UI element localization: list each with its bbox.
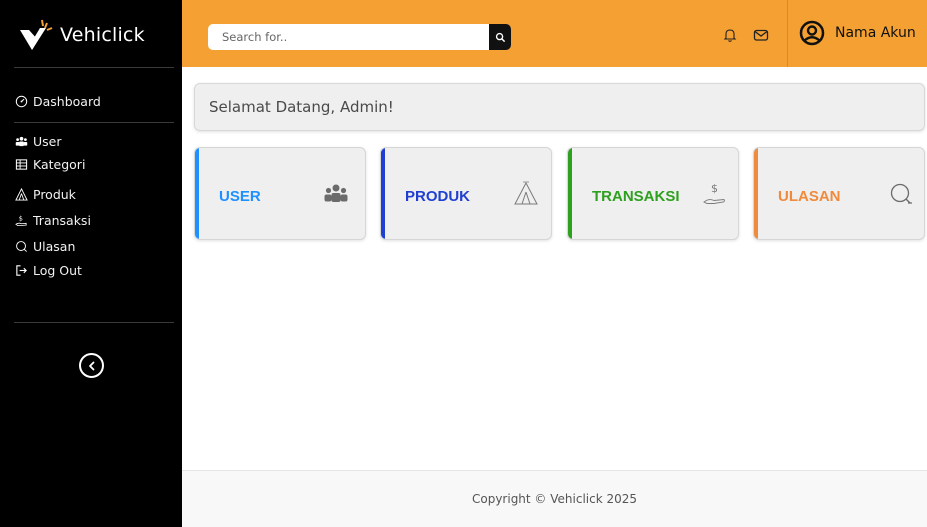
sidebar: Vehiclick Dashboard User Kategori Produk… bbox=[0, 0, 182, 527]
sidebar-item-label: Ulasan bbox=[33, 239, 76, 254]
account-menu[interactable]: Nama Akun bbox=[799, 20, 916, 46]
users-icon bbox=[324, 184, 348, 202]
logo-icon bbox=[20, 19, 53, 50]
cash-hand-icon: $ bbox=[703, 182, 725, 204]
card-accent-bar bbox=[754, 148, 758, 239]
sidebar-item-ulasan[interactable]: Ulasan bbox=[14, 239, 75, 254]
tent-icon bbox=[14, 188, 28, 202]
card-label: ULASAN bbox=[778, 188, 841, 205]
card-accent-bar bbox=[381, 148, 385, 239]
card-label: TRANSAKSI bbox=[592, 188, 680, 205]
card-ulasan[interactable]: ULASAN bbox=[753, 147, 925, 240]
sidebar-item-kategori[interactable]: Kategori bbox=[14, 157, 85, 172]
copyright-text: Copyright © Vehiclick 2025 bbox=[471, 492, 638, 506]
card-user[interactable]: USER bbox=[194, 147, 366, 240]
user-circle-icon bbox=[799, 20, 825, 46]
card-transaksi[interactable]: TRANSAKSI $ bbox=[567, 147, 739, 240]
chat-icon bbox=[890, 183, 912, 204]
welcome-panel: Selamat Datang, Admin! bbox=[194, 83, 925, 131]
welcome-text: Selamat Datang, Admin! bbox=[209, 98, 394, 116]
sidebar-item-label: Dashboard bbox=[33, 94, 101, 109]
tent-icon bbox=[514, 181, 538, 205]
footer: Copyright © Vehiclick 2025 bbox=[182, 470, 927, 527]
brand-logo[interactable]: Vehiclick bbox=[18, 10, 145, 60]
sidebar-item-transaksi[interactable]: $ Transaksi bbox=[14, 213, 91, 228]
chevron-left-icon bbox=[88, 361, 94, 370]
chat-icon bbox=[14, 240, 28, 254]
sidebar-item-label: Kategori bbox=[33, 157, 86, 172]
table-icon bbox=[14, 158, 28, 172]
logout-icon bbox=[14, 264, 28, 278]
sidebar-collapse-button[interactable] bbox=[79, 353, 104, 378]
sidebar-divider bbox=[14, 67, 174, 68]
sidebar-item-user[interactable]: User bbox=[14, 134, 62, 149]
card-accent-bar bbox=[195, 148, 199, 239]
account-name: Nama Akun bbox=[835, 25, 916, 41]
search-bar bbox=[208, 24, 511, 50]
sidebar-item-label: Produk bbox=[33, 187, 76, 202]
sidebar-item-label: Log Out bbox=[33, 263, 82, 278]
search-icon bbox=[495, 32, 505, 42]
bell-icon[interactable] bbox=[722, 27, 738, 43]
svg-text:$: $ bbox=[711, 182, 718, 195]
svg-text:$: $ bbox=[18, 215, 22, 223]
topbar-divider bbox=[787, 0, 788, 67]
envelope-icon[interactable] bbox=[753, 27, 769, 43]
sidebar-item-produk[interactable]: Produk bbox=[14, 187, 76, 202]
gauge-icon bbox=[14, 95, 28, 109]
card-label: USER bbox=[219, 188, 261, 205]
card-label: PRODUK bbox=[405, 188, 471, 205]
sidebar-item-label: User bbox=[33, 134, 62, 149]
sidebar-item-label: Transaksi bbox=[33, 213, 91, 228]
cash-hand-icon: $ bbox=[14, 214, 28, 228]
sidebar-divider bbox=[14, 122, 174, 123]
sidebar-divider bbox=[14, 322, 174, 323]
topbar: Nama Akun bbox=[182, 0, 927, 67]
users-icon bbox=[14, 135, 28, 149]
search-button[interactable] bbox=[489, 24, 511, 50]
search-input[interactable] bbox=[208, 24, 489, 50]
sidebar-item-dashboard[interactable]: Dashboard bbox=[14, 94, 101, 109]
card-accent-bar bbox=[568, 148, 572, 239]
brand-name: Vehiclick bbox=[60, 24, 145, 46]
card-produk[interactable]: PRODUK bbox=[380, 147, 552, 240]
sidebar-item-logout[interactable]: Log Out bbox=[14, 263, 82, 278]
